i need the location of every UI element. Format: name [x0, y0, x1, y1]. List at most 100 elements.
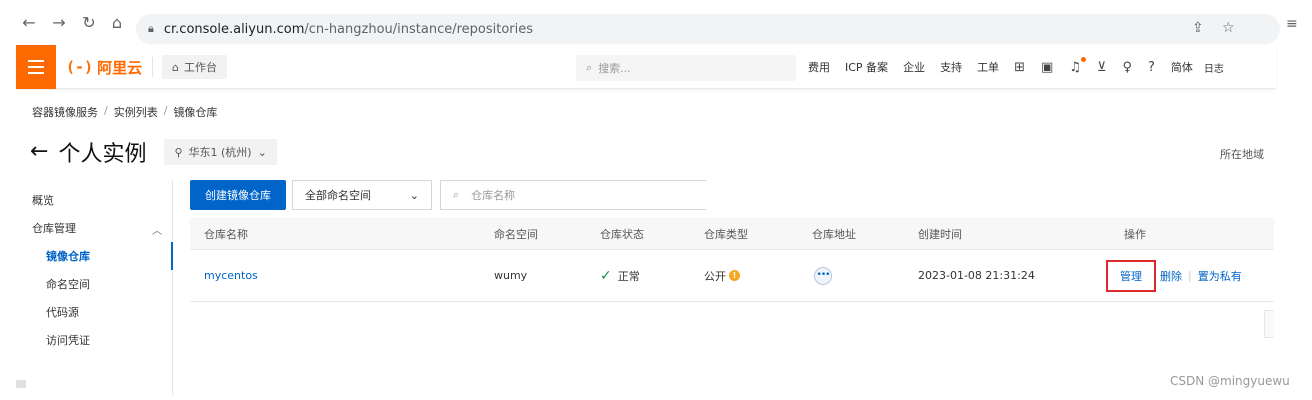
region-select[interactable]: ⚲ 华东1 (杭州) ⌄ — [164, 139, 277, 165]
header-link-tickets[interactable]: 工单 — [977, 59, 999, 75]
address-bar[interactable]: 🔒︎ cr.console.aliyun.com/cn-hangzhou/ins… — [136, 14, 1280, 44]
search-placeholder: 搜索... — [598, 62, 631, 75]
region-label: 华东1 (杭州) — [188, 146, 252, 159]
bell-icon[interactable]: ♫ — [1069, 56, 1086, 75]
chevron-up-icon[interactable]: ︿ — [152, 222, 162, 237]
namespace-select[interactable]: 全部命名空间 ⌄ — [292, 180, 432, 210]
bookmark-star-icon[interactable]: ☆ — [1222, 20, 1235, 36]
column-header-name: 仓库名称 — [204, 227, 248, 241]
url-text: cr.console.aliyun.com/cn-hangzhou/instan… — [164, 22, 533, 37]
logo-text: 阿里云 — [97, 58, 143, 77]
location-pin-icon: ⚲ — [174, 145, 183, 159]
language-switch[interactable]: 简体 — [1171, 59, 1193, 75]
breadcrumb-separator: / — [104, 104, 108, 117]
breadcrumb-item[interactable]: 实例列表 — [114, 104, 158, 120]
header-link-icp[interactable]: ICP 备案 — [845, 59, 888, 75]
make-private-link[interactable]: 置为私有 — [1198, 268, 1242, 284]
sidebar-item-overview[interactable]: 概览 — [32, 192, 54, 208]
help-icon[interactable]: ? — [1148, 60, 1155, 75]
breadcrumb-item[interactable]: 容器镜像服务 — [32, 104, 98, 120]
column-header-status: 仓库状态 — [600, 227, 644, 241]
workbench-button[interactable]: ⌂ 工作台 — [162, 55, 227, 79]
home-icon: ⌂ — [172, 60, 179, 74]
url-host: cr.console.aliyun.com — [163, 21, 305, 37]
namespace-select-value: 全部命名空间 — [305, 189, 371, 202]
workbench-label: 工作台 — [183, 61, 217, 74]
table-header: 仓库名称 命名空间 仓库状态 仓库类型 仓库地址 创建时间 操作 — [190, 218, 1274, 250]
back-icon[interactable]: ← — [20, 14, 38, 32]
page-title: 个人实例 — [58, 142, 147, 167]
sidebar-item-namespaces[interactable]: 命名空间 — [46, 276, 90, 292]
create-repository-button[interactable]: 创建镜像仓库 — [190, 180, 286, 210]
url-path: /cn-hangzhou/instance/repositories — [304, 21, 534, 37]
home-icon[interactable]: ⌂ — [108, 14, 126, 32]
column-header-actions: 操作 — [1124, 227, 1146, 241]
cart-icon[interactable]: ⊻ — [1097, 60, 1107, 75]
breadcrumb: 容器镜像服务 / 实例列表 / 镜像仓库 — [32, 104, 217, 120]
repository-search-input[interactable]: ⌕ 仓库名称 — [440, 180, 706, 210]
collapse-handle[interactable] — [16, 380, 26, 388]
action-separator: | — [1188, 269, 1192, 282]
console-header: (-) 阿里云 ⌂ 工作台 ⌕ 搜索... 费用 ICP 备案 企业 支持 工单… — [16, 45, 1276, 89]
forward-icon[interactable]: → — [50, 14, 68, 32]
global-search-input[interactable]: ⌕ 搜索... — [576, 55, 796, 81]
column-header-address: 仓库地址 — [812, 227, 856, 241]
notification-dot — [1080, 56, 1086, 62]
browser-toolbar: ← → ↻ ⌂ 🔒︎ cr.console.aliyun.com/cn-hang… — [0, 0, 1312, 44]
check-icon: ✓ — [600, 267, 612, 284]
column-header-created: 创建时间 — [918, 227, 962, 241]
table-row: mycentos wumy ✓ 正常 公开 ! ••• 2023-01-08 2… — [190, 250, 1274, 302]
logo-mark: (-) — [66, 58, 94, 76]
manage-button[interactable]: 管理 — [1106, 260, 1156, 292]
sidebar-item-access-credentials[interactable]: 访问凭证 — [46, 332, 90, 348]
scroll-handle[interactable] — [1264, 310, 1274, 338]
reload-icon[interactable]: ↻ — [80, 14, 98, 32]
aliyun-logo[interactable]: (-) 阿里云 — [66, 57, 142, 77]
search-icon: ⌕ — [453, 188, 460, 201]
lightbulb-icon[interactable]: ♀ — [1122, 60, 1132, 75]
more-icon[interactable]: ••• — [814, 266, 832, 285]
chevron-down-icon: ⌄ — [409, 188, 419, 202]
type-cell: 公开 ! — [704, 250, 740, 301]
delete-link[interactable]: 删除 — [1160, 268, 1182, 284]
breadcrumb-separator: / — [163, 104, 168, 117]
repository-name-link[interactable]: mycentos — [204, 250, 258, 301]
lock-icon: 🔒︎ — [148, 22, 154, 35]
status-text: 正常 — [617, 269, 640, 283]
cloud-shell-icon[interactable]: ⊞ — [1014, 60, 1025, 75]
actions-cell: 删除 | 置为私有 — [1160, 250, 1242, 301]
warning-icon[interactable]: ! — [729, 270, 740, 281]
back-arrow-icon[interactable]: ← — [30, 141, 48, 163]
header-truncated-item[interactable]: 日志 — [1204, 60, 1224, 75]
sidebar-item-code-sources[interactable]: 代码源 — [46, 304, 79, 320]
reading-list-icon[interactable]: ≡ — [1286, 16, 1298, 32]
title-row: ← 个人实例 ⚲ 华东1 (杭州) ⌄ — [30, 134, 277, 170]
sidebar-item-image-repositories[interactable]: 镜像仓库 — [46, 248, 90, 264]
header-link-billing[interactable]: 费用 — [808, 59, 830, 75]
column-header-namespace: 命名空间 — [494, 227, 538, 241]
search-icon: ⌕ — [586, 61, 593, 74]
namespace-cell: wumy — [494, 269, 528, 282]
terminal-icon[interactable]: ▣ — [1041, 60, 1053, 75]
divider — [152, 57, 153, 77]
search-placeholder: 仓库名称 — [471, 189, 516, 202]
header-link-enterprise[interactable]: 企业 — [903, 59, 925, 75]
breadcrumb-item: 镜像仓库 — [173, 106, 218, 119]
header-link-support[interactable]: 支持 — [940, 59, 962, 75]
watermark: CSDN @mingyuewu — [1170, 374, 1290, 388]
status-cell: ✓ 正常 — [600, 250, 640, 301]
manage-label: 管理 — [1120, 270, 1142, 283]
active-indicator — [171, 242, 173, 270]
address-cell: ••• — [814, 250, 832, 301]
region-info-label: 所在地域 — [1220, 148, 1264, 161]
column-header-type: 仓库类型 — [704, 227, 748, 241]
sidebar: 概览 仓库管理 ︿ 镜像仓库 命名空间 代码源 访问凭证 — [16, 180, 173, 395]
menu-icon[interactable] — [16, 45, 56, 89]
chevron-down-icon: ⌄ — [257, 145, 267, 159]
repository-table: 仓库名称 命名空间 仓库状态 仓库类型 仓库地址 创建时间 操作 mycento… — [190, 218, 1274, 302]
created-time-cell: 2023-01-08 21:31:24 — [918, 269, 1035, 282]
sidebar-group-repo-management[interactable]: 仓库管理 — [32, 220, 76, 236]
share-icon[interactable]: ⇪ — [1192, 20, 1204, 36]
header-links: 费用 ICP 备案 企业 支持 工单 ⊞ ▣ ♫ ⊻ ♀ ? 简体 日志 — [808, 45, 1224, 89]
type-text: 公开 — [704, 269, 726, 283]
